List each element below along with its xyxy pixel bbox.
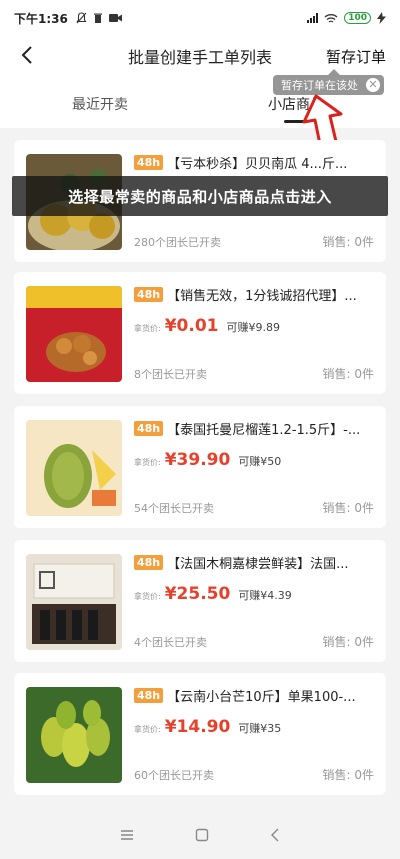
back-icon[interactable] [270, 828, 280, 842]
product-card[interactable]: 48h 【泰国托曼尼榴莲1.2-1.5斤】-... 拿货价: ¥39.90 可赚… [14, 406, 386, 528]
earn-amount: 可赚¥35 [238, 722, 282, 735]
price-label: 拿货价: [134, 592, 161, 601]
duration-badge: 48h [134, 555, 164, 570]
tab-recent-sales[interactable]: 最近开卖 [72, 94, 128, 114]
duration-badge: 48h [134, 421, 164, 436]
duration-badge: 48h [134, 155, 164, 170]
price-label: 拿货价: [134, 324, 161, 333]
product-title: 【法国木桐嘉棣尝鲜装】法国... [167, 557, 349, 572]
sales-count: 销售: 0件 [322, 768, 375, 782]
earn-amount: 可赚¥4.39 [238, 589, 292, 602]
price-label: 拿货价: [134, 725, 161, 734]
menu-icon[interactable] [120, 829, 134, 841]
product-card[interactable]: 48h 【销售无效，1分钱诚招代理】... 拿货价: ¥0.01 可赚¥9.89… [14, 272, 386, 394]
duration-badge: 48h [134, 287, 164, 302]
leaders-count: 60个团长已开卖 [134, 769, 214, 782]
earn-amount: 可赚¥9.89 [226, 321, 280, 334]
close-icon[interactable]: ✕ [366, 78, 380, 92]
trash-icon [93, 13, 102, 23]
earn-amount: 可赚¥50 [238, 455, 282, 468]
tooltip-text: 暂存订单在该处 [281, 79, 358, 92]
product-title: 【销售无效，1分钱诚招代理】... [167, 289, 357, 304]
header: 批量创建手工单列表 暂存订单 [0, 36, 400, 76]
mute-bell-icon [76, 12, 87, 24]
charging-icon [377, 12, 386, 24]
sales-count: 销售: 0件 [322, 635, 375, 649]
leaders-count: 8个团长已开卖 [134, 368, 207, 381]
product-price: ¥14.90 [164, 717, 231, 737]
price-label: 拿货价: [134, 458, 161, 467]
product-price: ¥0.01 [164, 316, 219, 336]
snack-photo [26, 286, 122, 382]
wifi-icon [324, 13, 338, 23]
system-nav-bar [0, 811, 400, 859]
sales-count: 销售: 0件 [322, 367, 375, 381]
home-icon[interactable] [195, 828, 209, 842]
status-bar: 下午1:36 100 [0, 0, 400, 36]
sales-count: 销售: 0件 [322, 501, 375, 515]
product-price: ¥25.50 [164, 584, 231, 604]
signal-icon [307, 13, 319, 23]
wine-box-photo [26, 554, 122, 650]
product-price: ¥39.90 [164, 450, 231, 470]
video-icon [108, 14, 122, 22]
save-order-button[interactable]: 暂存订单 [326, 46, 386, 67]
product-card[interactable]: 48h 【法国木桐嘉棣尝鲜装】法国... 拿货价: ¥25.50 可赚¥4.39… [14, 540, 386, 662]
product-card[interactable]: 48h 【云南小台芒10斤】单果100-... 拿货价: ¥14.90 可赚¥3… [14, 673, 386, 795]
leaders-count: 280个团长已开卖 [134, 236, 221, 249]
mango-photo [26, 687, 122, 783]
product-title: 【泰国托曼尼榴莲1.2-1.5斤】-... [167, 423, 361, 438]
durian-photo [26, 420, 122, 516]
sales-count: 销售: 0件 [322, 235, 375, 249]
duration-badge: 48h [134, 688, 164, 703]
status-time: 下午1:36 [14, 11, 68, 26]
instruction-banner: 选择最常卖的商品和小店商品点击进入 [12, 176, 388, 216]
leaders-count: 54个团长已开卖 [134, 502, 214, 515]
product-title: 【云南小台芒10斤】单果100-... [167, 690, 356, 705]
battery-icon: 100 [344, 12, 371, 24]
product-title: 【亏本秒杀】贝贝南瓜 4...斤... [167, 157, 348, 172]
leaders-count: 4个团长已开卖 [134, 636, 207, 649]
